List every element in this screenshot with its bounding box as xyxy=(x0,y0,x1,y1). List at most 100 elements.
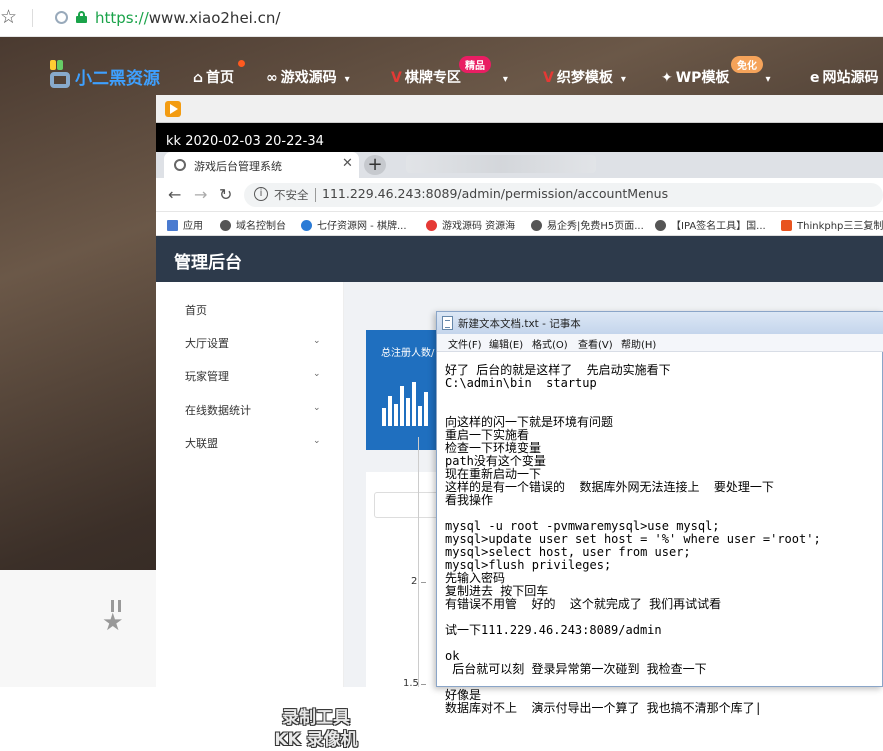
admin-header: 管理后台 xyxy=(156,236,883,282)
chevron-down-icon[interactable]: ⌄ xyxy=(313,403,321,413)
globe-icon xyxy=(220,220,231,231)
inner-url: 111.229.46.243:8089/admin/permission/acc… xyxy=(322,186,669,201)
stat-label: 总注册人数/ xyxy=(381,348,435,359)
new-tab-button[interactable]: + xyxy=(364,155,386,175)
close-icon[interactable]: ✕ xyxy=(342,156,353,171)
nav-site-source[interactable]: e 网站源码 xyxy=(810,67,879,87)
menu-help[interactable]: 帮助(H) xyxy=(621,336,656,351)
menu-format[interactable]: 格式(O) xyxy=(532,336,568,351)
notepad-line: 后台就可以刻 登录异常第一次碰到 我检查一下 xyxy=(445,662,707,676)
info-icon[interactable]: i xyxy=(254,187,268,201)
nav-game-source[interactable]: ∞ 游戏源码 ▾ xyxy=(266,67,350,87)
v-icon: V xyxy=(391,70,402,86)
axis-tick-label: 1.5 xyxy=(403,678,419,689)
bookmark-item[interactable]: 游戏源码 资源海 xyxy=(426,217,515,232)
admin-title: 管理后台 xyxy=(174,253,242,273)
nav-home[interactable]: ⌂ 首页 xyxy=(193,67,234,87)
site-logo-text[interactable]: 小二黑资源 xyxy=(75,64,160,89)
inner-address-bar[interactable]: i 不安全 111.229.46.243:8089/admin/permissi… xyxy=(244,183,883,207)
outer-address-bar: ☆ https://www.xiao2hei.cn/ xyxy=(0,0,883,37)
chevron-down-icon[interactable]: ⌄ xyxy=(313,369,321,379)
bookmark-item[interactable]: 域名控制台 xyxy=(220,217,286,232)
axis-tick xyxy=(421,582,426,583)
site-info-icon[interactable] xyxy=(55,11,68,24)
home-icon: ⌂ xyxy=(193,70,204,86)
recorder-watermark: 录制工具 KK 录像机 xyxy=(274,708,358,750)
bookmark-apps[interactable]: 应用 xyxy=(167,217,203,232)
notepad-line xyxy=(445,637,881,650)
site-logo-icon[interactable] xyxy=(50,60,72,88)
free-badge: 免化 xyxy=(731,56,763,73)
thinkphp-icon xyxy=(781,220,792,231)
notepad-line: 好像是 xyxy=(445,688,482,702)
site-favicon-icon xyxy=(426,220,437,231)
notepad-line: C:\admin\bin startup xyxy=(445,376,597,390)
back-icon[interactable]: ← xyxy=(168,185,181,204)
notepad-window[interactable]: 新建文本文档.txt - 记事本 文件(F) 编辑(E) 格式(O) 查看(V)… xyxy=(436,311,883,715)
nav-dede-template[interactable]: V 织梦模板 ▾ xyxy=(543,67,626,87)
divider xyxy=(32,9,33,27)
notepad-line: 这样的是有一个错误的 数据库外网无法连接上 要处理一下 xyxy=(445,480,774,494)
admin-sidebar: 首页 大厅设置 ⌄ 玩家管理 ⌄ 在线数据统计 ⌄ 大联盟 ⌄ xyxy=(156,282,344,687)
axis-tick-label: 2 xyxy=(411,576,418,587)
axis-tick xyxy=(421,684,426,685)
recorded-browser: 游戏后台管理系统 ✕ + ← → ↻ i 不安全 111.229.46.243:… xyxy=(156,152,883,750)
bookmark-item[interactable]: 【IPA签名工具】国... xyxy=(655,217,766,232)
reload-icon[interactable]: ↻ xyxy=(219,185,232,204)
bookmark-item[interactable]: Thinkphp三三复制 xyxy=(781,217,883,232)
tab-title: 游戏后台管理系统 xyxy=(194,160,282,173)
sidebar-item-lobby[interactable]: 大厅设置 xyxy=(185,335,229,351)
play-icon[interactable] xyxy=(165,101,181,117)
chevron-down-icon: ▾ xyxy=(620,74,626,85)
video-player[interactable]: kk 2020-02-03 20-22-34 游戏后台管理系统 ✕ + ← → … xyxy=(156,95,883,750)
notepad-text-area[interactable]: 好了 后台的就是这样了 先启动实施看下 C:\admin\bin startup 向… xyxy=(445,364,881,715)
outer-url-field[interactable]: https://www.xiao2hei.cn/ xyxy=(95,9,280,27)
bookmark-item[interactable]: 七仔资源网 - 棋牌... xyxy=(301,217,407,232)
chevron-down-icon[interactable]: ⌄ xyxy=(313,336,321,346)
site-favicon-icon xyxy=(301,220,312,231)
globe-icon xyxy=(531,220,542,231)
notepad-titlebar[interactable]: 新建文本文档.txt - 记事本 xyxy=(437,312,883,334)
bookmark-item[interactable]: 易企秀|免费H5页面... xyxy=(531,217,644,232)
menu-edit[interactable]: 编辑(E) xyxy=(489,336,523,351)
not-secure-label: 不安全 xyxy=(274,188,309,202)
hot-badge: 精品 xyxy=(459,56,491,73)
notepad-line: 有错误不用管 好的 这个就完成了 我们再试试看 xyxy=(445,597,722,611)
tab-admin[interactable]: 游戏后台管理系统 ✕ xyxy=(164,152,359,178)
notepad-menubar: 文件(F) 编辑(E) 格式(O) 查看(V) 帮助(H) xyxy=(437,334,883,352)
menu-file[interactable]: 文件(F) xyxy=(448,336,482,351)
sidebar-item-alliance[interactable]: 大联盟 xyxy=(185,435,218,451)
blurred-tab-area xyxy=(406,155,596,173)
sidebar-item-home[interactable]: 首页 xyxy=(185,302,207,318)
recording-title: kk 2020-02-03 20-22-34 xyxy=(166,134,324,149)
inner-toolbar: ← → ↻ i 不安全 111.229.46.243:8089/admin/pe… xyxy=(156,178,883,212)
notepad-line: 看我操作 xyxy=(445,493,494,507)
nav-chess-card[interactable]: V 棋牌专区 ▾ xyxy=(391,67,508,87)
divider xyxy=(315,188,316,202)
player-toolbar xyxy=(156,95,883,123)
bookmark-star-icon[interactable]: ☆ xyxy=(0,6,17,28)
notepad-icon xyxy=(442,316,453,330)
lock-icon[interactable] xyxy=(76,11,87,23)
notepad-line: 试一下111.229.46.243:8089/admin xyxy=(445,623,662,637)
tab-strip: 游戏后台管理系统 ✕ + xyxy=(156,152,883,178)
sidebar-item-players[interactable]: 玩家管理 xyxy=(185,368,229,384)
chevron-down-icon[interactable]: ⌄ xyxy=(313,436,321,446)
paw-icon: ✦ xyxy=(661,70,673,86)
ie-icon: e xyxy=(810,70,820,86)
notepad-line xyxy=(445,390,881,403)
award-icon: ★ xyxy=(102,600,130,634)
apps-grid-icon xyxy=(167,220,178,231)
forward-icon[interactable]: → xyxy=(194,185,207,204)
chevron-down-icon: ▾ xyxy=(765,74,771,85)
notepad-line xyxy=(445,676,881,689)
v-icon: V xyxy=(543,70,554,86)
menu-view[interactable]: 查看(V) xyxy=(578,336,613,351)
sidebar-item-online-stats[interactable]: 在线数据统计 xyxy=(185,402,251,418)
stat-card[interactable]: 总注册人数/ xyxy=(366,330,446,450)
globe-icon xyxy=(655,220,666,231)
chevron-down-icon: ▾ xyxy=(344,74,350,85)
globe-icon xyxy=(174,159,186,171)
infinity-icon: ∞ xyxy=(266,70,278,86)
chevron-down-icon: ▾ xyxy=(502,74,508,85)
